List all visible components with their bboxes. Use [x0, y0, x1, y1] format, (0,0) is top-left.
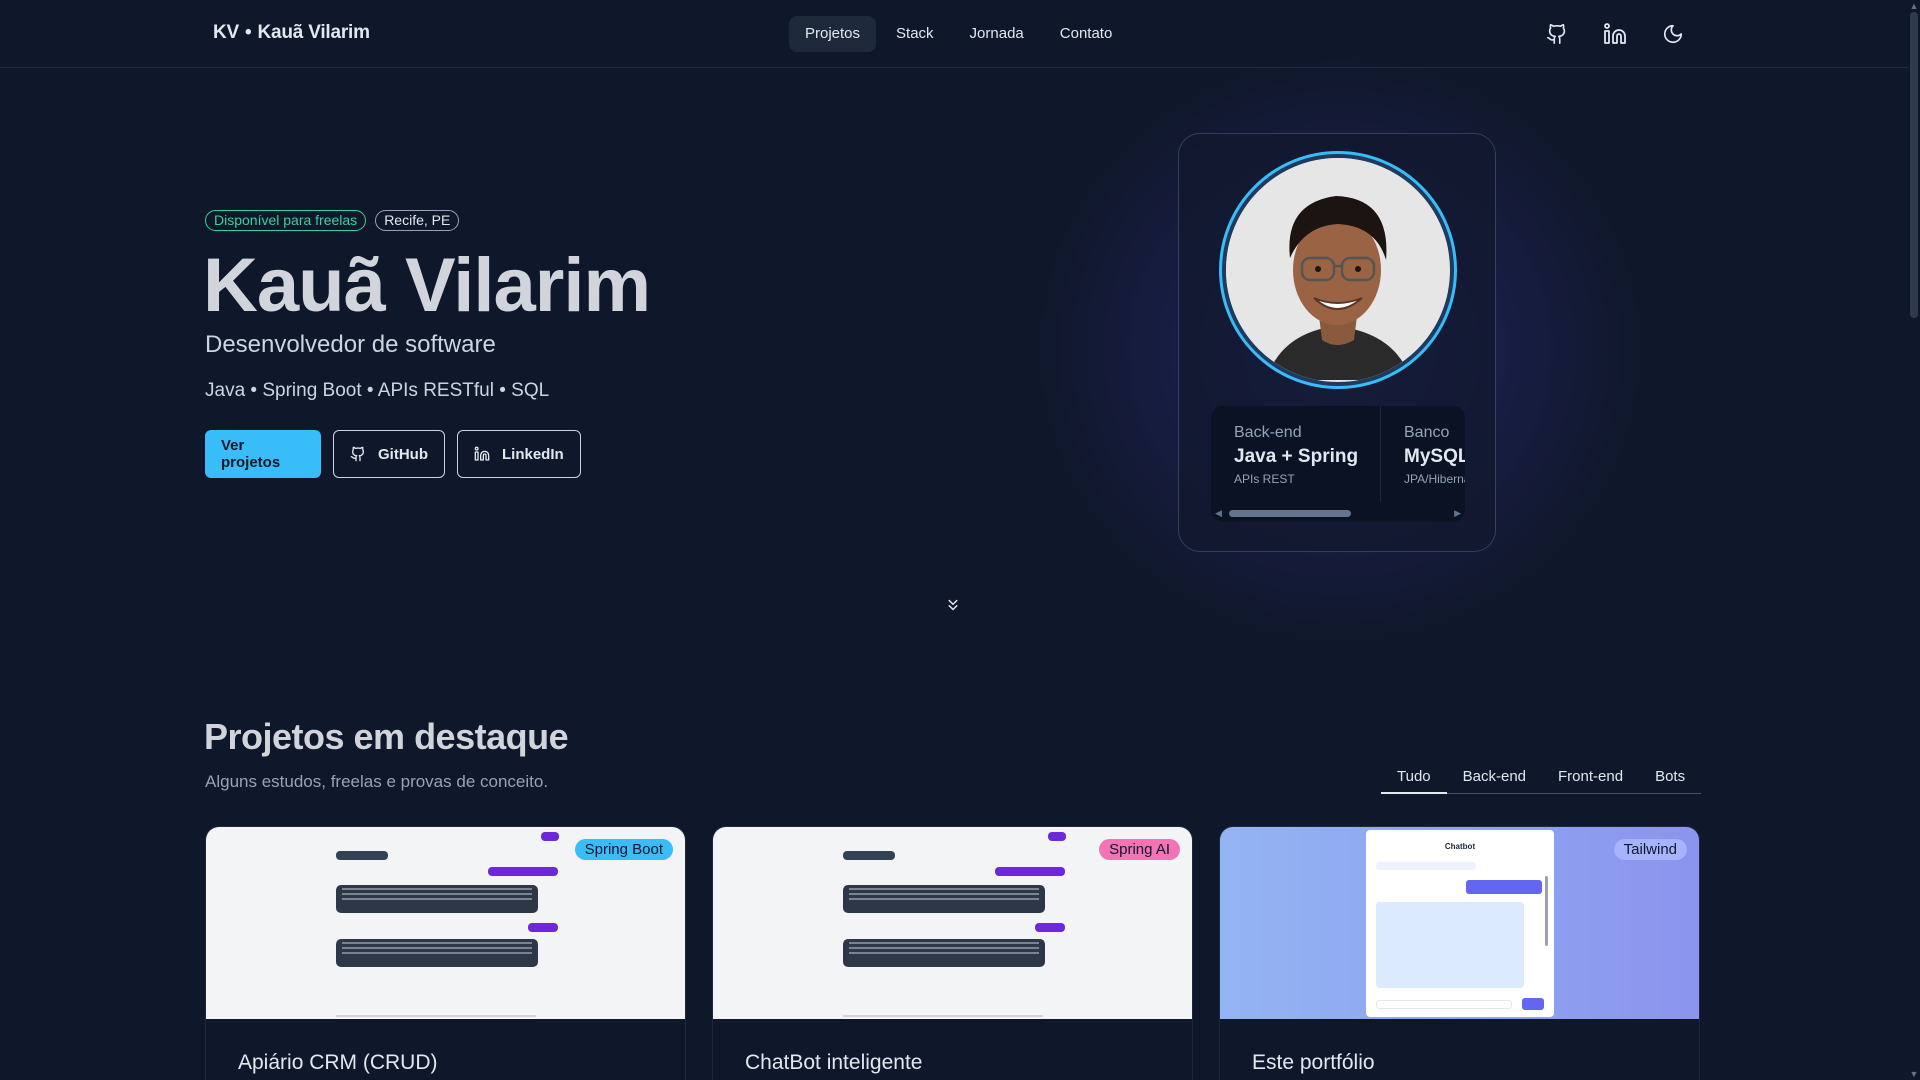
view-projects-button[interactable]: Ver projetos — [205, 430, 321, 478]
github-button-label: GitHub — [378, 445, 428, 463]
brand-separator: • — [245, 22, 252, 43]
projects-subtitle: Alguns estudos, freelas e provas de conc… — [205, 772, 549, 791]
scroll-left-arrow[interactable]: ◀ — [1215, 508, 1222, 519]
location-badge: Recife, PE — [375, 210, 460, 231]
project-title: ChatBot inteligente — [745, 1051, 923, 1074]
chatbot-preview: Chatbot — [1366, 830, 1554, 1017]
project-filter-tabs: Tudo Back-end Front-end Bots — [1381, 762, 1701, 794]
chevrons-down-icon[interactable] — [944, 596, 962, 619]
github-button[interactable]: GitHub — [333, 430, 445, 478]
skills-scrollbar-thumb[interactable] — [1229, 510, 1351, 517]
skill-detail: JPA/Hibernate — [1404, 472, 1465, 486]
skill-card-backend: Back-end Java + Spring APIs REST — [1211, 406, 1381, 502]
project-tag: Spring AI — [1099, 839, 1180, 860]
project-thumbnail: Chatbot Tailwind — [1220, 827, 1699, 1019]
project-tag: Tailwind — [1613, 839, 1687, 860]
project-card[interactable]: Spring Boot Apiário CRM (CRUD) — [205, 826, 686, 1080]
availability-badge: Disponível para freelas — [205, 210, 367, 231]
moon-icon[interactable] — [1661, 18, 1685, 50]
projects-heading: Projetos em destaque — [204, 716, 569, 757]
filter-tab-front-end[interactable]: Front-end — [1542, 762, 1639, 794]
skill-value: MySQL — [1404, 446, 1465, 467]
view-projects-label: Ver projetos — [221, 437, 281, 471]
filter-tab-back-end[interactable]: Back-end — [1447, 762, 1542, 794]
profile-card: Back-end Java + Spring APIs REST Banco M… — [1178, 133, 1496, 552]
project-card[interactable]: Spring AI ChatBot inteligente — [712, 826, 1193, 1080]
project-thumbnail: Spring AI — [713, 827, 1192, 1019]
project-title: Este portfólio — [1252, 1051, 1375, 1074]
scroll-right-arrow[interactable]: ▶ — [1454, 508, 1461, 519]
nav-link-projetos[interactable]: Projetos — [789, 16, 877, 52]
avatar-ring — [1219, 151, 1457, 389]
skills-scrollbar[interactable]: ◀ ▶ — [1211, 504, 1465, 522]
skill-value: Java + Spring — [1234, 446, 1359, 467]
github-icon — [350, 446, 366, 462]
linkedin-icon — [474, 446, 490, 462]
project-card[interactable]: Chatbot Tailwind Este portfólio — [1219, 826, 1700, 1080]
skills-carousel[interactable]: Back-end Java + Spring APIs REST Banco M… — [1211, 406, 1465, 522]
page-scrollbar[interactable]: ▲ ▼ — [1908, 0, 1920, 1080]
filter-tab-bots[interactable]: Bots — [1639, 762, 1701, 794]
skill-card-database: Banco MySQL JPA/Hibernate — [1381, 406, 1465, 502]
hero-role: Desenvolvedor de software — [205, 331, 496, 358]
skill-detail: APIs REST — [1234, 472, 1295, 486]
chatbot-preview-title: Chatbot — [1444, 842, 1476, 851]
brand-logo[interactable]: KV • Kauã Vilarim — [213, 22, 370, 44]
brand-initials: KV — [213, 22, 239, 43]
linkedin-button[interactable]: LinkedIn — [457, 430, 581, 478]
project-cards: Spring Boot Apiário CRM (CRUD) Spring AI… — [205, 826, 1700, 1080]
hero-badges: Disponível para freelas Recife, PE — [205, 210, 460, 231]
project-title: Apiário CRM (CRUD) — [238, 1051, 438, 1074]
skills-row: Back-end Java + Spring APIs REST Banco M… — [1211, 406, 1465, 502]
skill-category: Banco — [1404, 424, 1450, 441]
avatar — [1226, 158, 1450, 382]
scroll-down-arrow[interactable]: ▼ — [1909, 1069, 1919, 1079]
hero-name: Kauã Vilarim — [203, 243, 651, 328]
project-thumbnail: Spring Boot — [206, 827, 685, 1019]
hero-stack: Java • Spring Boot • APIs RESTful • SQL — [205, 380, 550, 401]
scrollbar-thumb[interactable] — [1910, 12, 1918, 318]
nav-link-stack[interactable]: Stack — [880, 16, 950, 52]
scroll-up-arrow[interactable]: ▲ — [1909, 1, 1919, 11]
brand-name: Kauã Vilarim — [257, 22, 370, 43]
project-tag: Spring Boot — [574, 839, 673, 860]
linkedin-button-label: LinkedIn — [502, 445, 564, 463]
skill-category: Back-end — [1234, 424, 1302, 441]
filter-tab-tudo[interactable]: Tudo — [1381, 762, 1447, 794]
hero-actions: Ver projetos GitHub LinkedIn — [205, 430, 581, 478]
